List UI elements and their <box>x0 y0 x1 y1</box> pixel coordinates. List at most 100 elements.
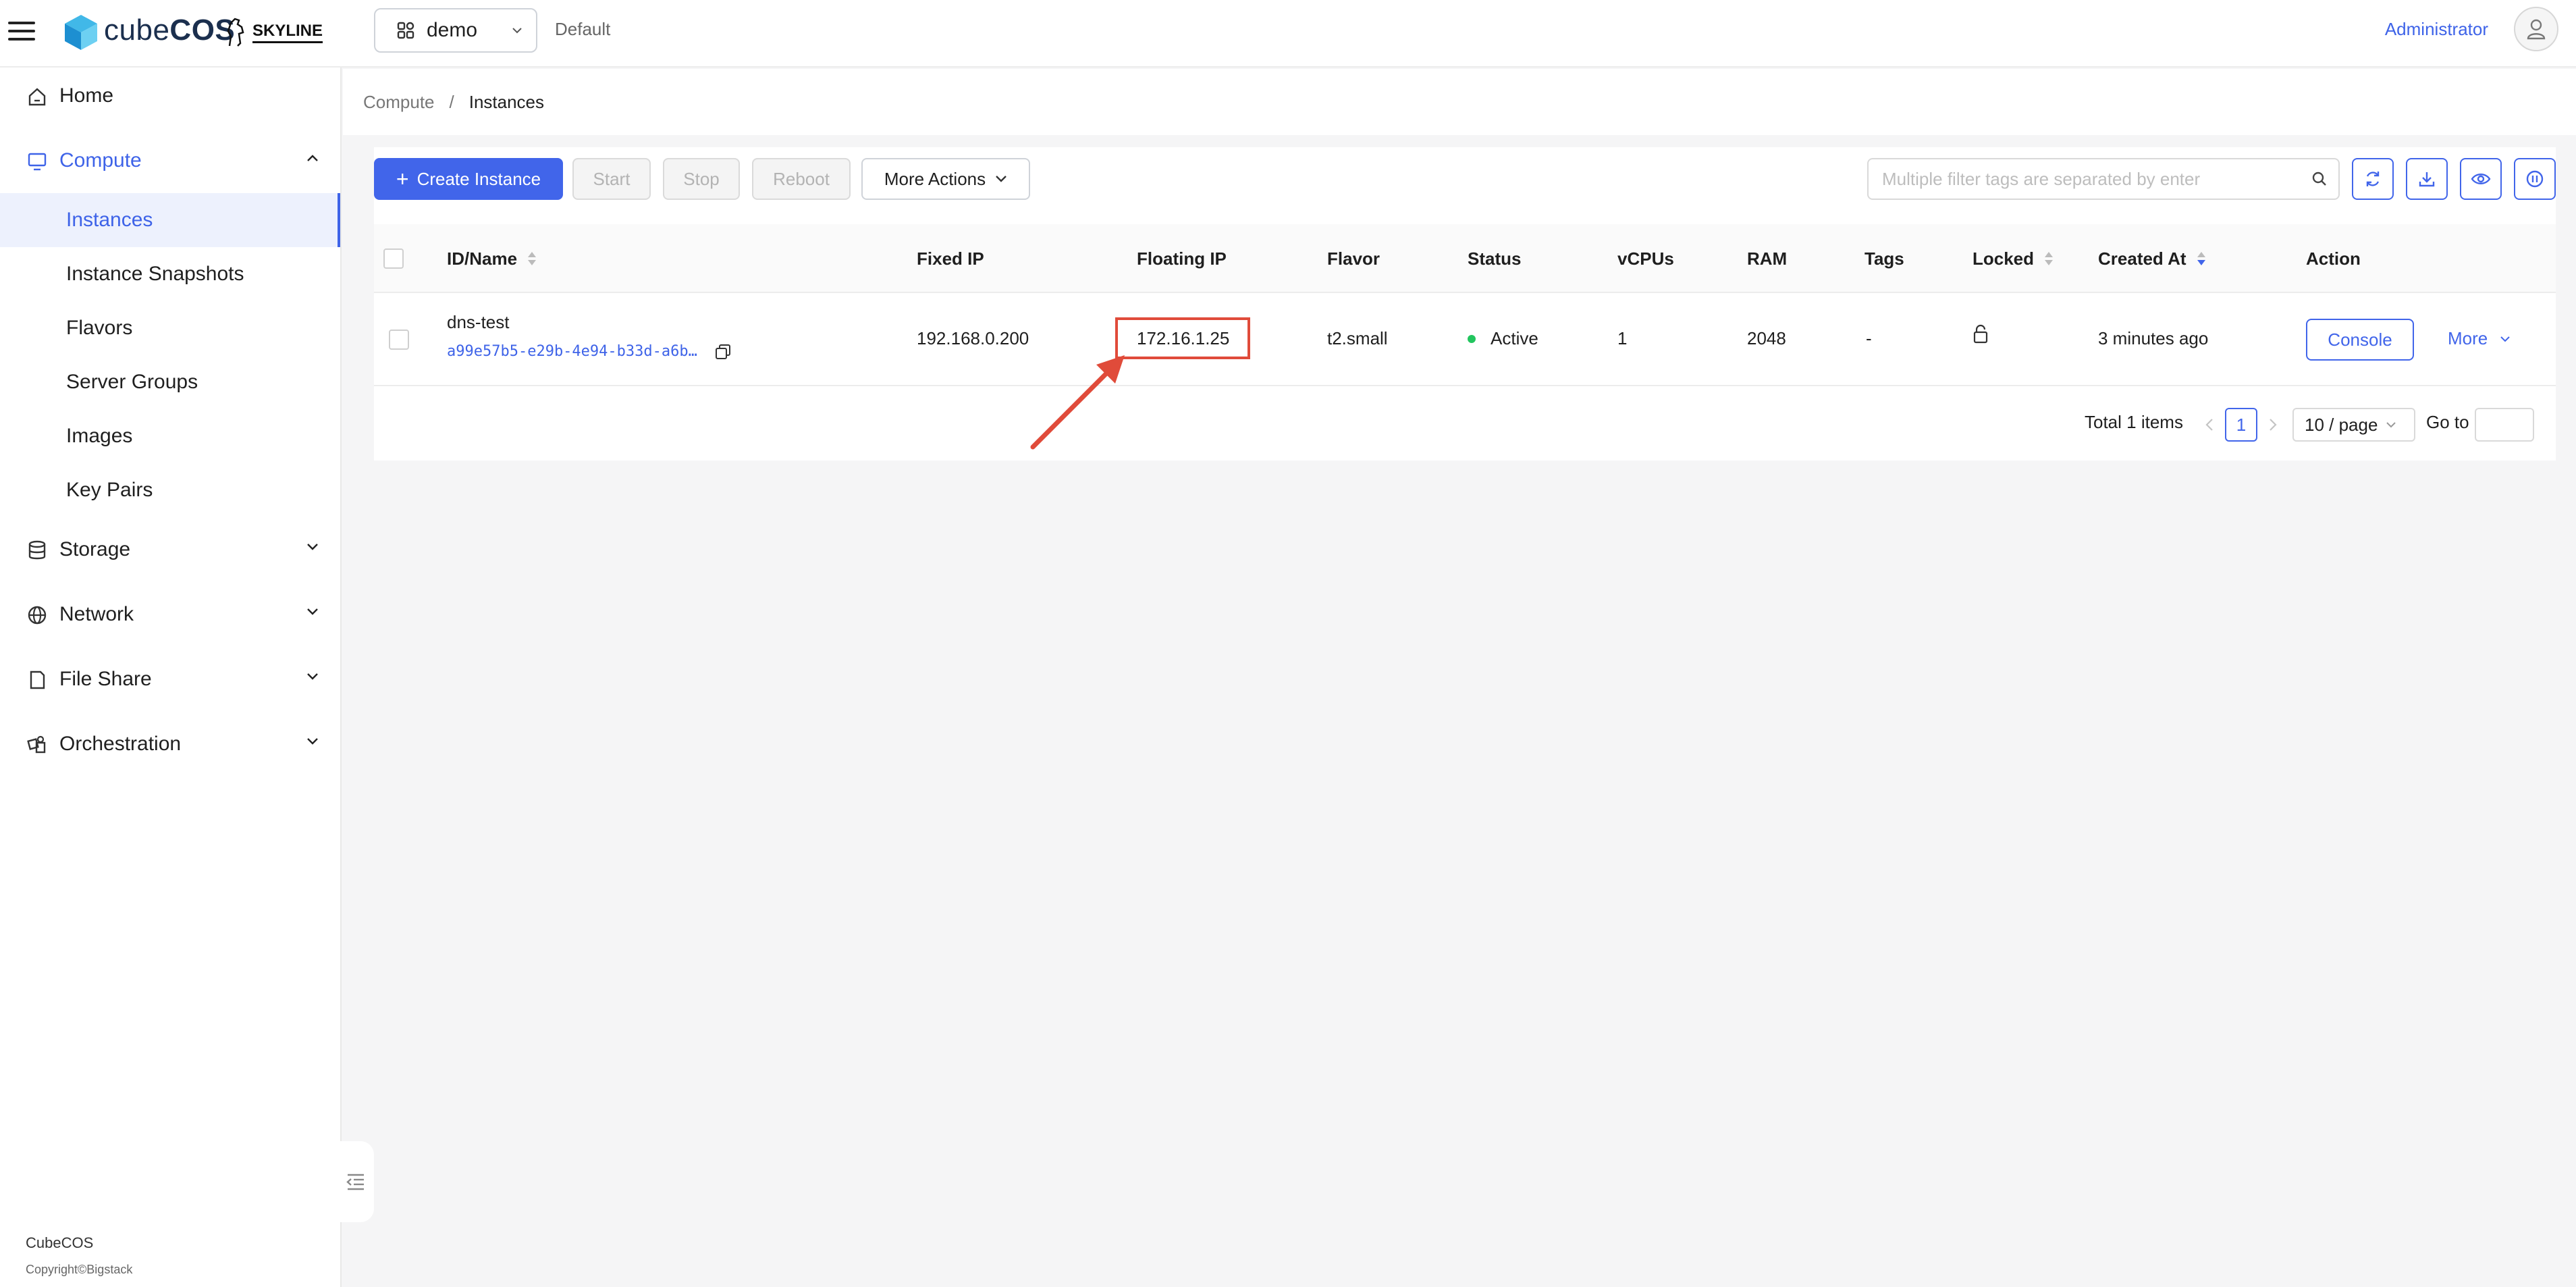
column-header-ram: RAM <box>1747 248 1788 269</box>
menu-icon[interactable] <box>8 18 35 45</box>
sidebar-item-instance-snapshots[interactable]: Instance Snapshots <box>0 247 340 301</box>
prev-page-icon[interactable] <box>2205 417 2214 432</box>
outdent-icon <box>346 1174 364 1190</box>
globe-icon <box>28 606 47 625</box>
brand-logo[interactable]: cubeCOS <box>104 14 235 47</box>
status-dot <box>1468 334 1476 343</box>
download-icon <box>2419 172 2435 187</box>
user-icon <box>2527 19 2546 40</box>
created-at: 3 minutes ago <box>2098 328 2209 348</box>
file-icon <box>30 671 45 689</box>
column-visibility-button[interactable] <box>2460 158 2502 200</box>
pause-refresh-button[interactable] <box>2514 158 2556 200</box>
cube-logo-icon <box>65 15 97 50</box>
breadcrumb: Compute / Instances <box>343 69 2576 135</box>
instance-name: dns-test <box>447 312 510 332</box>
breadcrumb-compute[interactable]: Compute <box>363 92 435 113</box>
orchestration-icon <box>27 735 46 754</box>
chevron-down-icon <box>2386 422 2396 428</box>
sidebar-item-storage[interactable]: Storage <box>0 523 342 577</box>
horse-icon <box>227 18 244 47</box>
page-size-select[interactable]: 10 / page <box>2292 408 2415 442</box>
refresh-button[interactable] <box>2352 158 2394 200</box>
total-items-label: Total 1 items <box>2085 412 2183 432</box>
create-instance-button[interactable]: + Create Instance <box>374 158 563 200</box>
goto-label: Go to <box>2426 412 2469 432</box>
search-icon[interactable] <box>2311 171 2328 187</box>
next-page-icon[interactable] <box>2268 417 2278 432</box>
select-all-checkbox[interactable] <box>383 248 404 269</box>
stop-button[interactable]: Stop <box>663 158 740 200</box>
vcpus: 1 <box>1617 328 1628 348</box>
sort-icon <box>528 252 537 265</box>
sort-icon <box>2045 252 2054 265</box>
start-button[interactable]: Start <box>572 158 651 200</box>
column-header-vcpus: vCPUs <box>1617 248 1674 269</box>
download-button[interactable] <box>2406 158 2448 200</box>
instance-id-link[interactable]: a99e57b5-e29b-4e94-b33d-a6b… <box>447 343 697 360</box>
sidebar-item-images[interactable]: Images <box>0 409 340 463</box>
column-header-action: Action <box>2306 248 2361 269</box>
goto-page-input[interactable] <box>2475 408 2534 442</box>
copy-icon[interactable] <box>715 344 731 360</box>
column-header-tags: Tags <box>1864 248 1904 269</box>
sidebar-item-label: File Share <box>59 668 152 690</box>
more-actions-button[interactable]: More Actions <box>861 158 1030 200</box>
grid-icon <box>397 22 414 39</box>
skyline-text: SKYLINE <box>252 22 323 43</box>
sidebar-item-label: Storage <box>59 538 131 560</box>
chevron-down-icon <box>307 673 318 680</box>
domain-label: Default <box>555 19 611 39</box>
column-header-flavor: Flavor <box>1327 248 1380 269</box>
chevron-down-icon <box>512 28 522 34</box>
user-name-link[interactable]: Administrator <box>2385 19 2488 40</box>
table-header: ID/Name Fixed IP Floating IP Flavor Stat… <box>374 224 2556 293</box>
table-row: dns-test a99e57b5-e29b-4e94-b33d-a6b… 19… <box>374 293 2556 386</box>
sidebar-item-instances[interactable]: Instances <box>0 193 340 247</box>
status-badge: Active <box>1468 328 1538 349</box>
footer-brand: CubeCOS <box>26 1234 94 1251</box>
sidebar-collapse-toggle[interactable] <box>336 1141 374 1222</box>
project-selector[interactable]: demo <box>374 8 537 53</box>
sidebar-item-label: Orchestration <box>59 733 182 755</box>
sidebar-item-file-share[interactable]: File Share <box>0 652 342 706</box>
chevron-down-icon <box>307 608 318 615</box>
column-header-id-name[interactable]: ID/Name <box>447 224 537 293</box>
project-name: demo <box>427 19 478 41</box>
avatar[interactable] <box>2514 7 2558 51</box>
console-button[interactable]: Console <box>2306 319 2414 361</box>
sidebar-item-key-pairs[interactable]: Key Pairs <box>0 463 340 517</box>
flavor: t2.small <box>1327 328 1388 348</box>
filter-box <box>1867 158 2340 200</box>
sidebar-item-label: Network <box>59 603 134 625</box>
breadcrumb-instances: Instances <box>468 91 545 112</box>
sidebar-item-compute[interactable]: Compute <box>0 134 342 188</box>
chevron-down-icon <box>307 544 318 550</box>
lock-status <box>1973 324 1989 344</box>
row-more-dropdown[interactable]: More <box>2448 328 2511 349</box>
sidebar-item-flavors[interactable]: Flavors <box>0 301 340 355</box>
breadcrumb-separator: / <box>449 91 454 112</box>
sidebar-item-orchestration[interactable]: Orchestration <box>0 717 342 771</box>
footer-copyright: Copyright©Bigstack <box>26 1263 133 1276</box>
page-1-button[interactable]: 1 <box>2225 408 2257 442</box>
column-header-status: Status <box>1468 248 1522 269</box>
filter-input[interactable] <box>1881 167 2311 190</box>
chevron-down-icon <box>2500 336 2510 342</box>
column-header-locked[interactable]: Locked <box>1973 224 2054 293</box>
skyline-logo: SKYLINE <box>224 14 323 51</box>
sidebar-item-server-groups[interactable]: Server Groups <box>0 355 340 409</box>
column-header-created-at[interactable]: Created At <box>2098 224 2207 293</box>
plus-icon: + <box>396 167 409 191</box>
sidebar-item-home[interactable]: Home <box>0 69 342 123</box>
home-icon <box>28 88 46 106</box>
sidebar-item-network[interactable]: Network <box>0 587 342 641</box>
sidebar-item-label: Home <box>59 84 114 107</box>
chevron-up-icon <box>307 155 318 161</box>
row-checkbox[interactable] <box>389 330 409 350</box>
sidebar: Home Compute Instances Instance Snapshot… <box>0 68 342 1287</box>
eye-icon <box>2471 174 2491 184</box>
reboot-button[interactable]: Reboot <box>752 158 851 200</box>
ram: 2048 <box>1747 328 1786 348</box>
sort-desc-icon <box>2197 252 2205 265</box>
